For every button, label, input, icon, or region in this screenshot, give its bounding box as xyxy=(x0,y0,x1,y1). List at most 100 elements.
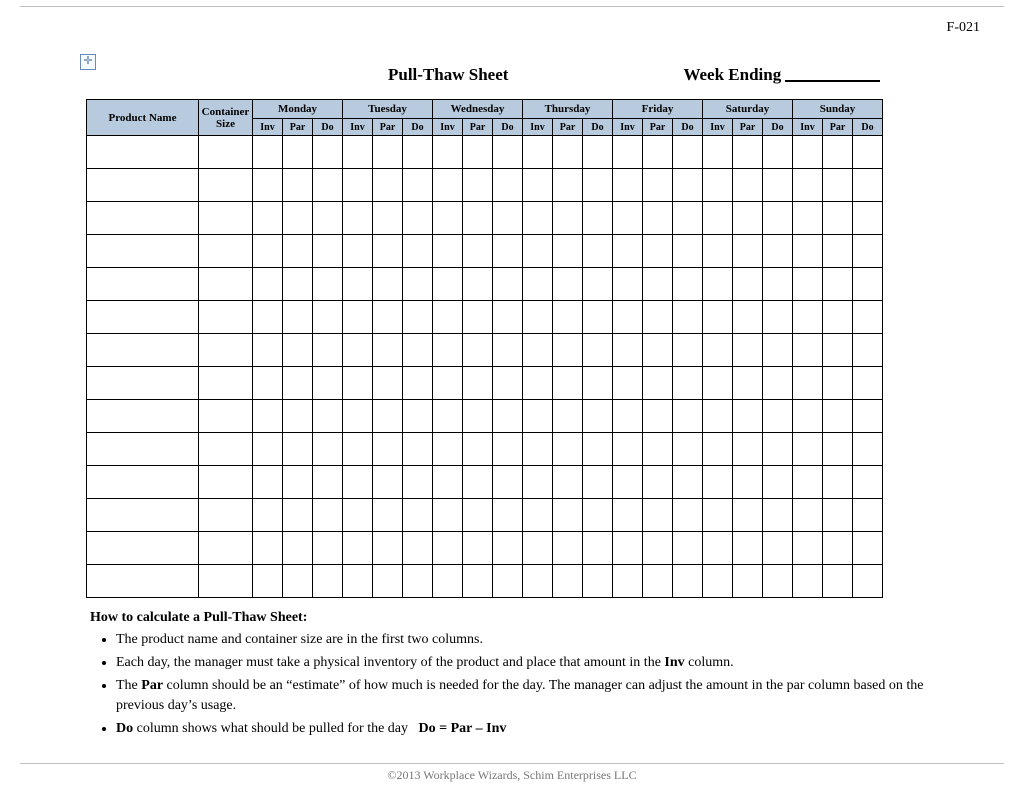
table-cell[interactable] xyxy=(493,169,523,202)
table-cell[interactable] xyxy=(643,400,673,433)
table-cell[interactable] xyxy=(763,202,793,235)
table-cell[interactable] xyxy=(313,565,343,598)
table-cell[interactable] xyxy=(643,499,673,532)
table-cell[interactable] xyxy=(823,367,853,400)
table-cell[interactable] xyxy=(199,499,253,532)
table-cell[interactable] xyxy=(613,400,643,433)
table-cell[interactable] xyxy=(853,235,883,268)
table-cell[interactable] xyxy=(793,136,823,169)
table-cell[interactable] xyxy=(403,433,433,466)
table-cell[interactable] xyxy=(553,532,583,565)
table-cell[interactable] xyxy=(643,466,673,499)
table-cell[interactable] xyxy=(763,334,793,367)
table-cell[interactable] xyxy=(703,136,733,169)
table-cell[interactable] xyxy=(199,169,253,202)
table-cell[interactable] xyxy=(793,301,823,334)
table-cell[interactable] xyxy=(523,169,553,202)
table-cell[interactable] xyxy=(253,367,283,400)
table-cell[interactable] xyxy=(553,202,583,235)
table-cell[interactable] xyxy=(463,466,493,499)
table-cell[interactable] xyxy=(463,532,493,565)
table-cell[interactable] xyxy=(373,367,403,400)
table-cell[interactable] xyxy=(793,334,823,367)
table-cell[interactable] xyxy=(199,202,253,235)
table-cell[interactable] xyxy=(87,466,199,499)
table-cell[interactable] xyxy=(199,334,253,367)
table-cell[interactable] xyxy=(823,202,853,235)
table-cell[interactable] xyxy=(87,532,199,565)
table-cell[interactable] xyxy=(673,169,703,202)
table-cell[interactable] xyxy=(763,169,793,202)
table-cell[interactable] xyxy=(493,235,523,268)
table-cell[interactable] xyxy=(283,466,313,499)
table-cell[interactable] xyxy=(463,367,493,400)
table-cell[interactable] xyxy=(433,136,463,169)
table-cell[interactable] xyxy=(313,367,343,400)
table-cell[interactable] xyxy=(613,466,643,499)
table-cell[interactable] xyxy=(853,169,883,202)
table-cell[interactable] xyxy=(583,565,613,598)
table-cell[interactable] xyxy=(199,400,253,433)
table-cell[interactable] xyxy=(343,400,373,433)
table-cell[interactable] xyxy=(87,499,199,532)
table-cell[interactable] xyxy=(463,136,493,169)
table-cell[interactable] xyxy=(733,466,763,499)
table-cell[interactable] xyxy=(373,334,403,367)
table-cell[interactable] xyxy=(673,202,703,235)
table-cell[interactable] xyxy=(313,334,343,367)
table-cell[interactable] xyxy=(613,169,643,202)
table-cell[interactable] xyxy=(673,499,703,532)
table-cell[interactable] xyxy=(463,400,493,433)
table-cell[interactable] xyxy=(523,565,553,598)
table-cell[interactable] xyxy=(523,202,553,235)
table-cell[interactable] xyxy=(643,136,673,169)
table-cell[interactable] xyxy=(433,499,463,532)
table-cell[interactable] xyxy=(523,235,553,268)
table-cell[interactable] xyxy=(703,235,733,268)
table-cell[interactable] xyxy=(823,136,853,169)
table-cell[interactable] xyxy=(313,532,343,565)
table-cell[interactable] xyxy=(403,499,433,532)
table-cell[interactable] xyxy=(493,565,523,598)
table-cell[interactable] xyxy=(373,400,403,433)
table-cell[interactable] xyxy=(763,301,793,334)
table-cell[interactable] xyxy=(673,136,703,169)
table-cell[interactable] xyxy=(199,433,253,466)
table-cell[interactable] xyxy=(523,136,553,169)
table-cell[interactable] xyxy=(199,532,253,565)
table-cell[interactable] xyxy=(283,532,313,565)
table-cell[interactable] xyxy=(313,301,343,334)
table-cell[interactable] xyxy=(853,202,883,235)
table-cell[interactable] xyxy=(613,433,643,466)
table-cell[interactable] xyxy=(433,565,463,598)
table-cell[interactable] xyxy=(433,400,463,433)
table-cell[interactable] xyxy=(793,268,823,301)
table-cell[interactable] xyxy=(199,301,253,334)
table-cell[interactable] xyxy=(493,268,523,301)
table-cell[interactable] xyxy=(853,433,883,466)
table-cell[interactable] xyxy=(523,532,553,565)
table-cell[interactable] xyxy=(703,202,733,235)
table-cell[interactable] xyxy=(283,334,313,367)
table-cell[interactable] xyxy=(553,235,583,268)
table-cell[interactable] xyxy=(643,169,673,202)
table-cell[interactable] xyxy=(493,499,523,532)
table-cell[interactable] xyxy=(283,367,313,400)
table-cell[interactable] xyxy=(823,334,853,367)
table-cell[interactable] xyxy=(403,301,433,334)
table-cell[interactable] xyxy=(283,301,313,334)
table-cell[interactable] xyxy=(343,499,373,532)
table-cell[interactable] xyxy=(199,268,253,301)
table-cell[interactable] xyxy=(493,466,523,499)
table-cell[interactable] xyxy=(463,433,493,466)
table-cell[interactable] xyxy=(823,400,853,433)
table-cell[interactable] xyxy=(583,202,613,235)
table-cell[interactable] xyxy=(87,400,199,433)
table-cell[interactable] xyxy=(763,532,793,565)
table-cell[interactable] xyxy=(613,532,643,565)
table-cell[interactable] xyxy=(583,433,613,466)
table-cell[interactable] xyxy=(523,433,553,466)
table-cell[interactable] xyxy=(373,268,403,301)
table-cell[interactable] xyxy=(583,466,613,499)
table-cell[interactable] xyxy=(823,301,853,334)
